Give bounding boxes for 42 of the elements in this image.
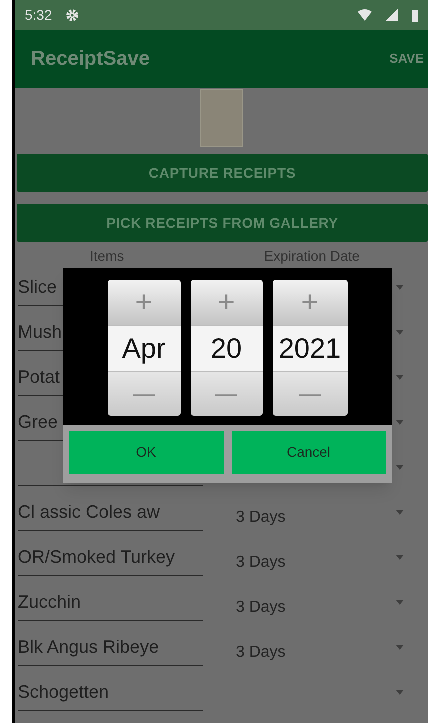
dropdown-caret-icon[interactable]	[396, 465, 404, 470]
cancel-button[interactable]: Cancel	[232, 431, 386, 474]
receipt-thumbnail	[200, 89, 243, 147]
date-value-field[interactable]: 2021	[272, 325, 348, 372]
dropdown-caret-icon[interactable]	[396, 555, 404, 560]
dropdown-caret-icon[interactable]	[396, 285, 404, 290]
dropdown-caret-icon[interactable]	[396, 330, 404, 335]
expiration-value: 3 Days	[236, 552, 287, 572]
dropdown-caret-icon[interactable]	[396, 645, 404, 650]
dropdown-caret-icon[interactable]	[396, 510, 404, 515]
expiration-value: 3 Days	[236, 642, 287, 662]
decrement-button[interactable]: —	[190, 372, 262, 416]
signal-icon	[386, 9, 398, 21]
dropdown-caret-icon[interactable]	[396, 600, 404, 605]
expiration-value: 3 Days	[236, 598, 287, 618]
item-field[interactable]: Zucchin	[18, 584, 203, 620]
ok-button[interactable]: OK	[69, 431, 224, 474]
decrement-button[interactable]: —	[272, 372, 348, 416]
decrement-button[interactable]: —	[108, 372, 180, 416]
column-header: Expiration Date	[264, 246, 360, 266]
column-header: Items	[90, 246, 124, 266]
dropdown-caret-icon[interactable]	[396, 690, 404, 695]
expiration-value: 3 Days	[236, 508, 287, 528]
save-button[interactable]: SAVE	[390, 49, 424, 69]
app-title: ReceiptSave	[31, 47, 150, 72]
gear-icon	[66, 8, 80, 22]
increment-button[interactable]: +	[108, 280, 180, 325]
wifi-icon	[358, 9, 372, 21]
action-button[interactable]: CAPTURE RECEIPTS	[17, 154, 428, 192]
dropdown-caret-icon[interactable]	[396, 375, 404, 380]
battery-icon	[412, 8, 418, 22]
date-value-field[interactable]: 20	[190, 325, 262, 372]
item-field[interactable]: Blk Angus Ribeye	[18, 630, 203, 666]
item-field[interactable]: Cl assic Coles aw	[18, 494, 203, 530]
date-value-field[interactable]: Apr	[108, 325, 180, 372]
dropdown-caret-icon[interactable]	[396, 420, 404, 425]
increment-button[interactable]: +	[272, 280, 348, 325]
status-time: 5:32	[25, 6, 52, 24]
action-button[interactable]: PICK RECEIPTS FROM GALLERY	[17, 204, 428, 242]
item-field[interactable]: Schogetten	[18, 674, 203, 710]
increment-button[interactable]: +	[190, 280, 262, 325]
item-field[interactable]: OR/Smoked Turkey	[18, 540, 203, 576]
